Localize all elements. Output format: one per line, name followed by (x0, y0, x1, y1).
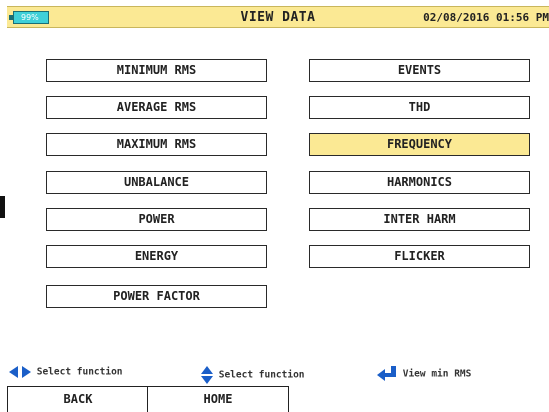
enter-hint-label: View min RMS (402, 368, 472, 380)
average-rms-button[interactable]: AVERAGE RMS (46, 96, 267, 119)
left-right-hint: Select function (9, 366, 123, 378)
back-button[interactable]: BACK (7, 386, 149, 412)
events-button[interactable]: EVENTS (309, 59, 530, 82)
left-edge-marker (0, 196, 5, 218)
up-down-hint-label: Select function (218, 369, 305, 381)
enter-hint: View min RMS (377, 366, 471, 382)
up-down-hint: Select function (201, 366, 305, 384)
energy-button[interactable]: ENERGY (46, 245, 267, 268)
datetime-display: 02/08/2016 01:56 PM (423, 11, 549, 24)
title-bar: 99% VIEW DATA 02/08/2016 01:56 PM (7, 6, 549, 28)
up-down-arrows-icon (201, 366, 213, 384)
flicker-button[interactable]: FLICKER (309, 245, 530, 268)
minimum-rms-button[interactable]: MINIMUM RMS (46, 59, 267, 82)
enter-arrow-icon (377, 366, 396, 381)
harmonics-button[interactable]: HARMONICS (309, 171, 530, 194)
power-factor-button[interactable]: POWER FACTOR (46, 285, 267, 308)
device-screen: 99% VIEW DATA 02/08/2016 01:56 PM MINIMU… (7, 0, 549, 412)
maximum-rms-button[interactable]: MAXIMUM RMS (46, 133, 267, 156)
home-button[interactable]: HOME (147, 386, 289, 412)
left-right-arrows-icon (9, 366, 31, 378)
frequency-button[interactable]: FREQUENCY (309, 133, 530, 156)
power-button[interactable]: POWER (46, 208, 267, 231)
left-right-hint-label: Select function (36, 366, 123, 378)
thd-button[interactable]: THD (309, 96, 530, 119)
inter-harm-button[interactable]: INTER HARM (309, 208, 530, 231)
unbalance-button[interactable]: UNBALANCE (46, 171, 267, 194)
hint-bar: Select function Select function View min… (7, 362, 549, 384)
softkey-bar: BACK HOME (7, 386, 289, 412)
